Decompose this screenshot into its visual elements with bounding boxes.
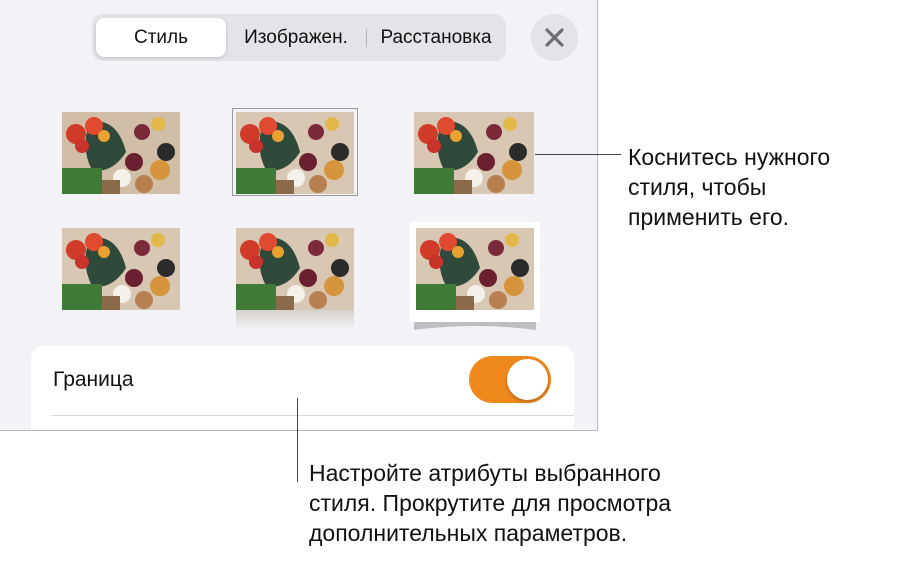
close-icon xyxy=(545,28,564,47)
format-panel: Стиль Изображен. Расстановка Граница xyxy=(0,0,598,431)
callout-line-top xyxy=(535,154,621,155)
vegetables-photo-framed xyxy=(410,222,540,330)
callout-line: дополнительных параметров. xyxy=(309,520,628,546)
style-thumbnail-2[interactable] xyxy=(236,112,354,194)
callout-line: Коснитесь нужного xyxy=(628,144,831,170)
tab-separator xyxy=(366,29,367,47)
style-thumbnail-5[interactable] xyxy=(236,228,354,330)
border-label: Граница xyxy=(53,368,134,391)
close-button[interactable] xyxy=(531,14,578,61)
style-thumbnail-3[interactable] xyxy=(414,112,534,194)
vegetables-photo xyxy=(62,228,180,310)
tab-arrange[interactable]: Расстановка xyxy=(368,18,504,57)
callout-attributes-tip: Настройте атрибуты выбранного стиля. Про… xyxy=(309,458,671,548)
callout-line: стиля, чтобы xyxy=(628,174,767,200)
style-thumbnail-1[interactable] xyxy=(62,112,180,194)
callout-style-tip: Коснитесь нужного стиля, чтобы применить… xyxy=(628,142,830,232)
toggle-knob xyxy=(507,359,548,400)
row-divider xyxy=(51,415,574,416)
border-toggle[interactable] xyxy=(469,356,551,403)
callout-line: применить его. xyxy=(628,204,790,230)
callout-line: стиля. Прокрутите для просмотра xyxy=(309,490,672,516)
vegetables-photo xyxy=(236,112,354,194)
style-options-card: Граница xyxy=(31,346,574,430)
vegetables-photo xyxy=(62,112,180,194)
vegetables-photo xyxy=(414,112,534,194)
callout-line: Настройте атрибуты выбранного xyxy=(309,460,661,486)
style-thumbnail-4[interactable] xyxy=(62,228,180,310)
format-tab-bar: Стиль Изображен. Расстановка xyxy=(92,14,506,61)
tab-image[interactable]: Изображен. xyxy=(228,18,364,57)
style-thumbnail-6[interactable] xyxy=(408,222,542,334)
callout-line-bottom xyxy=(297,398,298,482)
tab-style[interactable]: Стиль xyxy=(96,18,226,57)
vegetables-photo-reflection xyxy=(236,228,354,330)
